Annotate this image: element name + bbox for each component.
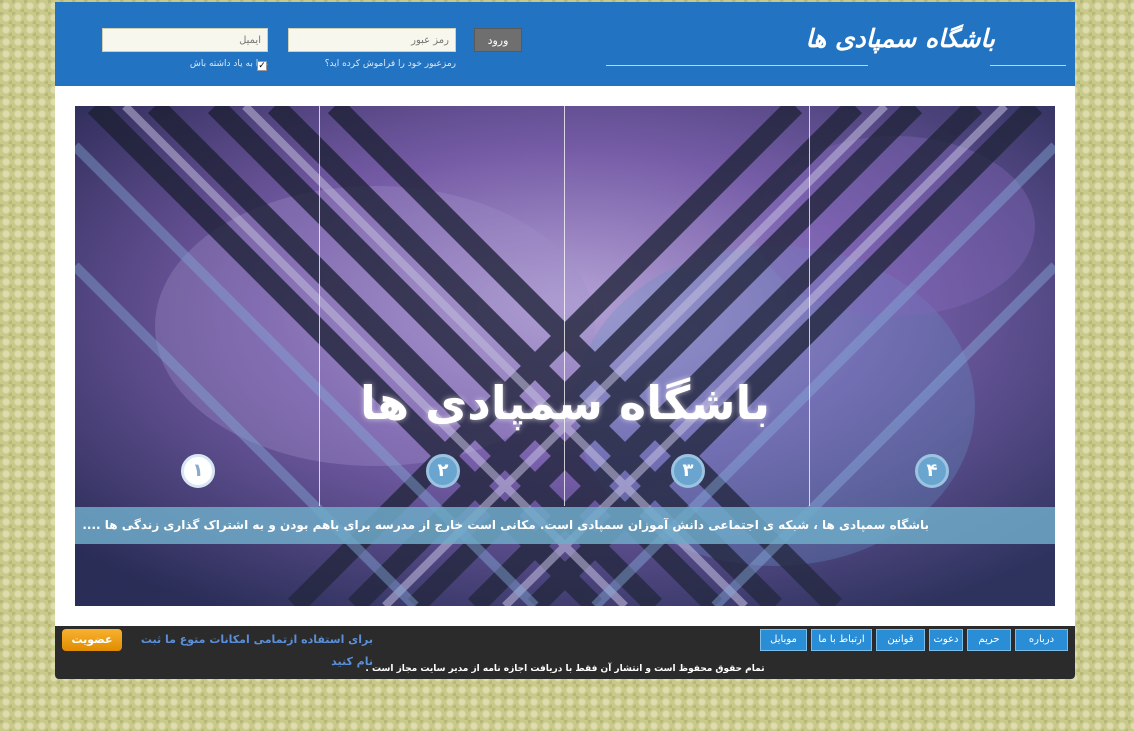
slide-divider	[809, 106, 810, 506]
page-wrapper: باشگاه سمپادی ها ورود رمزعبور خود را فرا…	[55, 0, 1075, 679]
remember-me-checkbox[interactable]: ✓	[257, 61, 267, 71]
forgot-password-link[interactable]: رمزعبور خود را فراموش کرده اید؟	[288, 59, 456, 69]
login-button[interactable]: ورود	[474, 28, 522, 52]
footer-bar: درباره حریم دعوت قوانین ارتباط با ما موب…	[55, 626, 1075, 679]
logo-underline-left	[606, 65, 868, 66]
remember-me-label: مرا به یاد داشته باش	[102, 59, 268, 69]
logo-underline	[990, 65, 1066, 66]
nav-privacy[interactable]: حریم	[967, 629, 1011, 651]
copyright-text: تمام حقوق محفوظ است و انتشار آن فقط با د…	[365, 664, 765, 674]
slide-dot-4[interactable]: ۴	[915, 454, 949, 488]
nav-about[interactable]: درباره	[1015, 629, 1068, 651]
slide-divider	[564, 106, 565, 506]
slide-dot-1[interactable]: ۱	[181, 454, 215, 488]
slide-dot-3[interactable]: ۳	[671, 454, 705, 488]
hero-caption: باشگاه سمپادی ها ، شبکه ی اجتماعی دانش آ…	[75, 507, 1055, 544]
signup-promo-text: برای استفاده ازتمامی امکانات متوع ما ثبت…	[140, 633, 373, 668]
hero-title: باشگاه سمپادی ها	[359, 376, 771, 430]
nav-mobile[interactable]: موبایل	[760, 629, 807, 651]
site-logo[interactable]: باشگاه سمپادی ها	[805, 24, 995, 53]
header-bar: باشگاه سمپادی ها ورود رمزعبور خود را فرا…	[55, 2, 1075, 86]
nav-rules[interactable]: قوانین	[876, 629, 925, 651]
slide-divider	[319, 106, 320, 506]
nav-contact[interactable]: ارتباط با ما	[811, 629, 872, 651]
join-button[interactable]: عضویت	[62, 629, 122, 651]
email-field[interactable]	[102, 28, 268, 52]
nav-invite[interactable]: دعوت	[929, 629, 963, 651]
main-content: باشگاه سمپادی ها ۱ ۲ ۳ ۴ باشگاه سمپادی ه…	[55, 86, 1075, 626]
slide-dot-2[interactable]: ۲	[426, 454, 460, 488]
hero-slider: باشگاه سمپادی ها ۱ ۲ ۳ ۴ باشگاه سمپادی ه…	[75, 106, 1055, 606]
password-field[interactable]	[288, 28, 456, 52]
